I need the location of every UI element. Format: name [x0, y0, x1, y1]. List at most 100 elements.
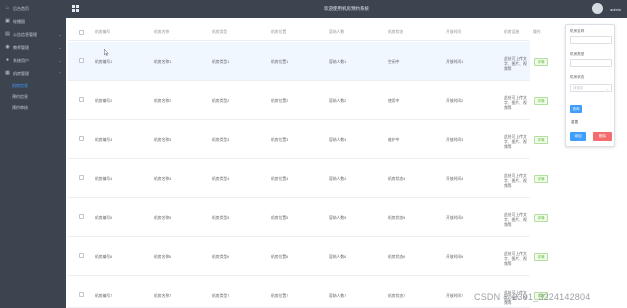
sidebar-item-teacher[interactable]: ◉ 教师管理 ⌄ [0, 41, 66, 54]
cell-room-type: 机房类型2 [212, 99, 230, 103]
header-capacity: 容纳人数 [329, 30, 345, 34]
cell-facilities: 此处可上传文字、图片、视频等 [504, 57, 527, 71]
row-checkbox[interactable] [79, 58, 84, 63]
cell-status: 空闲中 [388, 60, 400, 64]
watermark: CSDN @2301_3224142804 [474, 292, 591, 302]
detail-button[interactable]: 详情 [534, 97, 548, 105]
cell-capacity: 容纳人数4 [329, 177, 347, 181]
user-icon: ● [5, 57, 10, 63]
select-all-checkbox[interactable] [79, 30, 84, 35]
cell-facilities: 此处可上传文字、图片、视频等 [504, 252, 527, 266]
chevron-down-icon: ⌄ [58, 58, 62, 63]
cell-room-type: 机房类型5 [212, 216, 230, 220]
room-type-input[interactable] [570, 59, 612, 67]
cell-room-no: 机房编号1 [95, 60, 113, 64]
sidebar: ⌂ 后台首页 ▣ 轮播图 ▤ 公告信息管理 ⌄ ◉ 教师管理 ⌄ ● 系统用户 … [0, 0, 66, 308]
room-status-select[interactable]: 请选择 ⌄ [570, 84, 612, 92]
cell-room-no: 机房编号2 [95, 99, 113, 103]
row-checkbox[interactable] [79, 253, 84, 258]
cell-room-name: 机房名称7 [154, 294, 172, 298]
admin-username[interactable]: admin [610, 7, 621, 12]
header-status: 机房状态 [388, 30, 404, 34]
cell-open-time: 开放时间1 [446, 60, 464, 64]
search-button[interactable]: 查询 [570, 105, 582, 113]
cell-room-type: 机房类型4 [212, 177, 230, 181]
chevron-up-icon: ⌃ [58, 71, 62, 76]
room-type-label: 机房类型 [570, 52, 585, 56]
computer-room-icon: ▦ [5, 70, 10, 76]
cell-room-type: 机房类型6 [212, 255, 230, 259]
chevron-down-icon: ⌄ [58, 45, 62, 50]
row-checkbox[interactable] [79, 97, 84, 102]
cell-room-no: 机房编号4 [95, 177, 113, 181]
sidebar-item-label: 教师管理 [13, 44, 29, 50]
header-room-name: 机房名称 [154, 30, 170, 34]
table-row[interactable]: 机房编号7 机房名称7 机房类型7 机房位置7 容纳人数7 机房状态7 开放时间7 此处可上传… [68, 276, 548, 308]
sidebar-subitem-label: 预约信息 [12, 93, 28, 99]
header-room-no: 机房编号 [95, 30, 111, 34]
sidebar-item-notice[interactable]: ▤ 公告信息管理 ⌄ [0, 28, 66, 41]
header-room-type: 机房类型 [212, 30, 228, 34]
status-select-placeholder: 请选择 [573, 86, 584, 90]
cell-open-time: 开放时间3 [446, 138, 464, 142]
sidebar-item-carousel[interactable]: ▣ 轮播图 [0, 15, 66, 28]
image-icon: ▣ [5, 18, 10, 24]
reset-button[interactable]: 重置 [571, 120, 578, 125]
table-row[interactable]: 机房编号3 机房名称3 机房类型3 机房位置3 容纳人数3 维护中 开放时间3 此处可上传文字… [68, 120, 548, 159]
cell-room-name: 机房名称2 [154, 99, 172, 103]
sidebar-subitem-room-info[interactable]: 机房信息 [0, 80, 66, 91]
cell-room-location: 机房位置4 [271, 177, 289, 181]
row-checkbox[interactable] [79, 136, 84, 141]
app-root: ⌂ 后台首页 ▣ 轮播图 ▤ 公告信息管理 ⌄ ◉ 教师管理 ⌄ ● 系统用户 … [0, 0, 627, 308]
header-facilities: 机房设施 [504, 30, 520, 34]
chevron-down-icon: ⌄ [58, 32, 62, 37]
sidebar-item-label: 公告信息管理 [13, 31, 37, 37]
detail-button[interactable]: 详情 [534, 214, 548, 222]
sidebar-subitem-label: 预约审核 [12, 104, 28, 110]
table-row[interactable]: 机房编号1 机房名称1 机房类型1 机房位置1 容纳人数1 空闲中 开放时间1 此处可上传文字… [68, 42, 548, 81]
sidebar-subitem-review[interactable]: 预约审核 [0, 102, 66, 113]
table-row[interactable]: 机房编号5 机房名称5 机房类型5 机房位置5 容纳人数5 机房状态5 开放时间5 此处可上传… [68, 198, 548, 237]
delete-button[interactable]: 删除 [593, 132, 612, 141]
header-open-time: 开放时间 [446, 30, 462, 34]
room-status-label: 机房状态 [570, 75, 585, 79]
sidebar-item-label: 机房管理 [13, 70, 29, 76]
table-row[interactable]: 机房编号6 机房名称6 机房类型6 机房位置6 容纳人数6 机房状态6 开放时间6 此处可上传… [68, 237, 548, 276]
cell-room-name: 机房名称5 [154, 216, 172, 220]
teacher-icon: ◉ [5, 44, 10, 50]
cell-room-name: 机房名称6 [154, 255, 172, 259]
sidebar-item-home[interactable]: ⌂ 后台首页 [0, 2, 66, 15]
sidebar-item-label: 系统用户 [13, 57, 29, 63]
notice-icon: ▤ [5, 31, 10, 37]
avatar[interactable] [592, 3, 603, 14]
cell-open-time: 开放时间7 [446, 294, 464, 298]
table-row[interactable]: 机房编号2 机房名称2 机房类型2 机房位置2 容纳人数2 使用中 开放时间2 此处可上传文字… [68, 81, 548, 120]
page-title: 欢迎使用机房预约系统 [324, 6, 369, 11]
sidebar-subitem-reservations[interactable]: 预约信息 [0, 91, 66, 102]
cell-room-location: 机房位置5 [271, 216, 289, 220]
sidebar-item-rooms[interactable]: ▦ 机房管理 ⌃ [0, 67, 66, 80]
cell-status: 维护中 [388, 138, 400, 142]
cell-facilities: 此处可上传文字、图片、视频等 [504, 96, 527, 110]
room-name-input[interactable] [570, 36, 612, 44]
add-button[interactable]: 添加 [570, 132, 586, 141]
cell-open-time: 开放时间2 [446, 99, 464, 103]
cell-facilities: 此处可上传文字、图片、视频等 [504, 213, 527, 227]
detail-button[interactable]: 详情 [534, 253, 548, 261]
sidebar-item-users[interactable]: ● 系统用户 ⌄ [0, 54, 66, 67]
cell-capacity: 容纳人数6 [329, 255, 347, 259]
row-checkbox[interactable] [79, 214, 84, 219]
sidebar-item-label: 后台首页 [13, 5, 29, 11]
cell-room-no: 机房编号3 [95, 138, 113, 142]
detail-button[interactable]: 详情 [534, 136, 548, 144]
sidebar-item-label: 轮播图 [13, 18, 25, 24]
row-checkbox[interactable] [79, 292, 84, 297]
table-row[interactable]: 机房编号4 机房名称4 机房类型4 机房位置4 容纳人数4 机房状态4 开放时间4 此处可上传… [68, 159, 548, 198]
cell-room-location: 机房位置7 [271, 294, 289, 298]
row-checkbox[interactable] [79, 175, 84, 180]
detail-button[interactable]: 详情 [534, 58, 548, 66]
detail-button[interactable]: 详情 [534, 175, 548, 183]
cell-room-name: 机房名称1 [154, 60, 172, 64]
cell-room-name: 机房名称3 [154, 138, 172, 142]
cell-capacity: 容纳人数5 [329, 216, 347, 220]
